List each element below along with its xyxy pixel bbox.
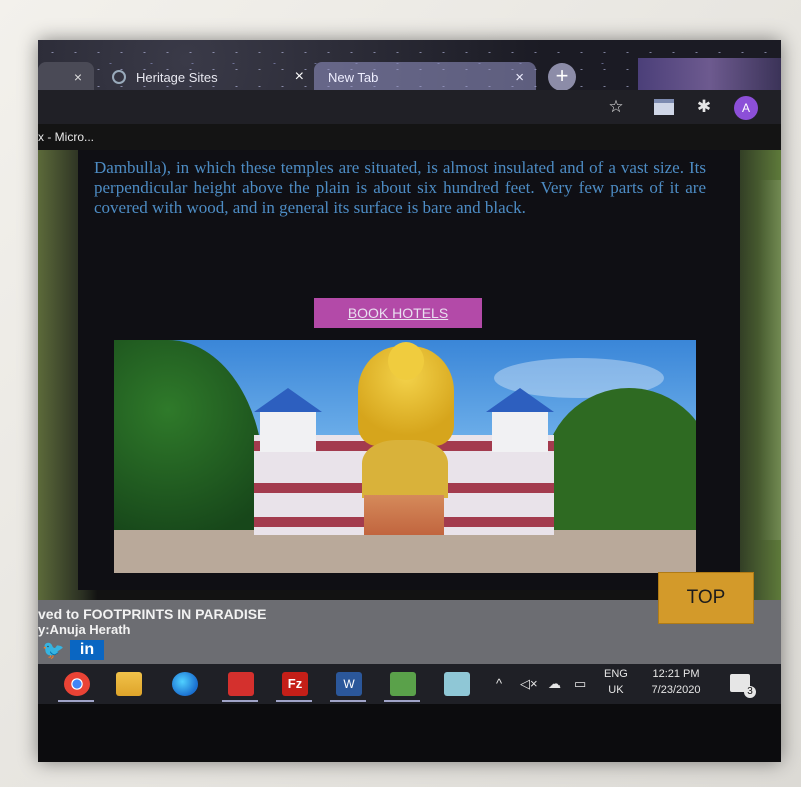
battery-icon[interactable]: ▭: [574, 676, 586, 692]
chevron-up-icon[interactable]: ^: [496, 676, 502, 691]
left-tower: [254, 388, 322, 452]
temple-image: [114, 340, 696, 573]
article-text: Dambulla), in which these temples are si…: [94, 158, 706, 217]
edge-icon[interactable]: [172, 672, 198, 696]
puzzle-icon[interactable]: ✱: [694, 97, 714, 117]
book-hotels-link[interactable]: BOOK HOTELS: [348, 305, 448, 321]
extension-icon[interactable]: [654, 99, 674, 115]
copyright-text: ved to FOOTPRINTS IN PARADISE: [38, 606, 267, 622]
notepad-icon[interactable]: [390, 672, 416, 696]
system-clock[interactable]: 12:21 PM 7/23/2020: [644, 666, 708, 698]
profile-avatar[interactable]: A: [734, 96, 758, 120]
top-label: TOP: [686, 587, 726, 608]
folder-icon[interactable]: [116, 672, 142, 696]
tab-strip: × Heritage Sites × New Tab × +: [38, 40, 781, 92]
clock-date: 7/23/2020: [651, 684, 701, 696]
tab-previous[interactable]: ×: [38, 62, 94, 92]
author-text: y:Anuja Herath: [38, 622, 131, 637]
photo-frame: × Heritage Sites × New Tab × + ☆ ✱ A x -…: [0, 0, 801, 787]
bookmarks-bar: x - Micro...: [38, 124, 781, 150]
tab-new-tab[interactable]: New Tab ×: [314, 62, 536, 92]
bookmark-item[interactable]: x - Micro...: [38, 130, 94, 144]
book-hotels-button[interactable]: BOOK HOTELS: [314, 298, 482, 328]
monitor-bezel: [38, 704, 781, 762]
notification-count: 3: [744, 686, 756, 698]
language-indicator[interactable]: ENG UK: [604, 666, 628, 698]
screen-glare: [758, 180, 781, 540]
back-to-top-button[interactable]: TOP: [658, 572, 754, 624]
buddha-head: [388, 342, 424, 380]
web-page: Dambulla), in which these temples are si…: [38, 150, 781, 618]
monitor-screen: × Heritage Sites × New Tab × + ☆ ✱ A x -…: [38, 40, 781, 762]
word-icon[interactable]: W: [336, 672, 362, 696]
twitter-icon[interactable]: 🐦: [42, 640, 64, 660]
right-tower: [486, 388, 554, 452]
close-icon[interactable]: ×: [295, 68, 304, 86]
filezilla-icon[interactable]: Fz: [282, 672, 308, 696]
bookmark-star-icon[interactable]: ☆: [606, 97, 626, 117]
language-code: ENG: [604, 668, 628, 680]
temple-stairs: [364, 495, 444, 535]
tab-label: New Tab: [328, 69, 379, 85]
app-icon[interactable]: [228, 672, 254, 696]
tab-heritage-sites[interactable]: Heritage Sites ×: [104, 62, 304, 92]
active-indicator: [222, 700, 258, 702]
theme-galaxy: [638, 58, 781, 90]
linkedin-icon[interactable]: in: [70, 640, 104, 660]
windows-taskbar: Fz W ^ ◁× ☁ ▭ ENG UK 12:21 PM 7/23/2020 …: [38, 664, 781, 704]
volume-muted-icon[interactable]: ◁×: [520, 676, 538, 692]
region-code: UK: [608, 684, 624, 696]
browser-toolbar: ☆ ✱ A: [38, 90, 781, 124]
chrome-icon[interactable]: [64, 672, 90, 696]
active-indicator: [58, 700, 94, 702]
notifications-icon[interactable]: 3: [730, 674, 756, 698]
clock-time: 12:21 PM: [652, 668, 700, 680]
tab-label: Heritage Sites: [136, 69, 218, 85]
active-indicator: [276, 700, 312, 702]
active-indicator: [384, 700, 420, 702]
globe-icon: [112, 70, 126, 84]
close-icon[interactable]: ×: [74, 69, 82, 85]
courtyard: [114, 530, 696, 573]
new-tab-button[interactable]: +: [548, 63, 576, 91]
close-icon[interactable]: ×: [515, 69, 524, 86]
active-indicator: [330, 700, 366, 702]
temple-gate: [362, 440, 448, 498]
app-icon[interactable]: [444, 672, 470, 696]
cloud-icon[interactable]: ☁: [548, 676, 561, 692]
